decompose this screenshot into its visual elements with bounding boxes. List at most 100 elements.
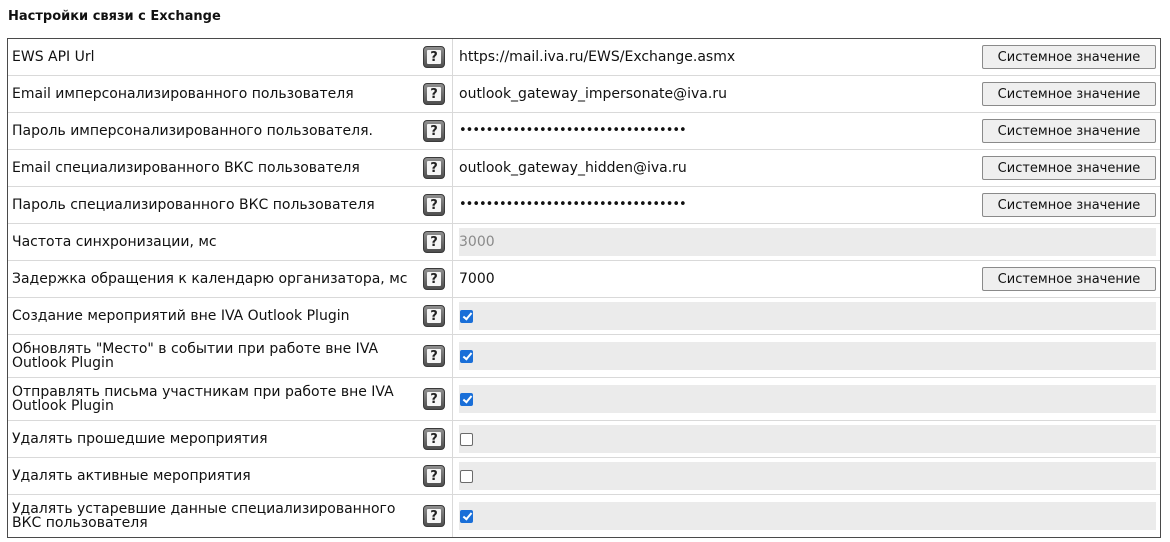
system-value-button[interactable]: Системное значение	[982, 82, 1156, 106]
help-icon-glyph: ?	[430, 198, 438, 213]
help-cell: ?	[416, 261, 453, 298]
value-row: •••••••••••••••••••••••••••••••••• Систем…	[459, 187, 1156, 223]
disabled-field: 3000	[459, 228, 1156, 256]
system-value-button[interactable]: Системное значение	[982, 156, 1156, 180]
help-icon[interactable]: ?	[423, 345, 445, 367]
setting-value-cell	[453, 378, 1160, 421]
checkbox-field	[459, 302, 1156, 330]
settings-row: EWS API Url? https://mail.iva.ru/EWS/Exch…	[8, 39, 1160, 76]
settings-row: Отправлять письма участникам при работе …	[8, 378, 1160, 421]
setting-value-cell	[453, 298, 1160, 335]
setting-label: EWS API Url	[8, 39, 416, 76]
settings-row: Обновлять "Место" в событии при работе в…	[8, 335, 1160, 378]
checkbox-unchecked[interactable]	[460, 432, 473, 446]
setting-label: Удалять устаревшие данные специализирова…	[12, 501, 396, 531]
help-cell: ?	[416, 150, 453, 187]
checkbox-checked[interactable]	[460, 349, 473, 363]
setting-value-cell: https://mail.iva.ru/EWS/Exchange.asmx Сис…	[453, 39, 1160, 76]
setting-label: Обновлять "Место" в событии при работе в…	[8, 335, 416, 378]
help-icon[interactable]: ?	[423, 305, 445, 327]
help-icon-glyph: ?	[430, 469, 438, 484]
setting-value-cell: 7000 Системное значение	[453, 261, 1160, 298]
text-field[interactable]: https://mail.iva.ru/EWS/Exchange.asmx	[459, 48, 982, 66]
setting-value-cell	[453, 335, 1160, 378]
help-cell: ?	[416, 224, 453, 261]
value-row	[459, 335, 1156, 377]
value-row	[459, 458, 1156, 494]
help-cell: ?	[416, 113, 453, 150]
help-icon[interactable]: ?	[423, 157, 445, 179]
system-value-button[interactable]: Системное значение	[982, 267, 1156, 291]
settings-row: Пароль имперсонализированного пользовате…	[8, 113, 1160, 150]
help-icon[interactable]: ?	[423, 428, 445, 450]
setting-label: Отправлять письма участникам при работе …	[8, 378, 416, 421]
settings-row: Email специализированного ВКС пользовате…	[8, 150, 1160, 187]
checkbox-checked[interactable]	[460, 309, 473, 323]
help-icon[interactable]: ?	[423, 388, 445, 410]
system-value-button[interactable]: Системное значение	[982, 45, 1156, 69]
help-icon[interactable]: ?	[423, 231, 445, 253]
help-icon[interactable]: ?	[423, 46, 445, 68]
help-icon[interactable]: ?	[423, 83, 445, 105]
setting-label: Задержка обращения к календарю организат…	[8, 261, 416, 298]
help-icon-glyph: ?	[430, 349, 438, 364]
password-field[interactable]: ••••••••••••••••••••••••••••••••••	[459, 196, 982, 214]
setting-label: Email имперсонализированного пользовател…	[8, 76, 416, 113]
help-icon[interactable]: ?	[423, 268, 445, 290]
settings-row: Email имперсонализированного пользовател…	[8, 76, 1160, 113]
setting-label: Удалять прошедшие мероприятия	[8, 421, 416, 458]
exchange-settings-table: EWS API Url? https://mail.iva.ru/EWS/Exch…	[7, 38, 1161, 538]
value-row: 7000 Системное значение	[459, 261, 1156, 297]
settings-row: Частота синхронизации, мс? 3000	[8, 224, 1160, 261]
help-cell: ?	[416, 76, 453, 113]
help-cell: ?	[416, 378, 453, 421]
setting-value-cell: •••••••••••••••••••••••••••••••••• Систем…	[453, 113, 1160, 150]
value-row	[459, 378, 1156, 420]
value-row: 3000	[459, 224, 1156, 260]
setting-label: Удалять активные мероприятия	[8, 458, 416, 495]
checkbox-field	[459, 385, 1156, 413]
help-icon-glyph: ?	[430, 50, 438, 65]
checkbox-field	[459, 462, 1156, 490]
setting-value-cell: 3000	[453, 224, 1160, 261]
text-field[interactable]: 7000	[459, 270, 982, 288]
setting-label: Частота синхронизации, мс	[8, 224, 416, 261]
checkbox-field	[459, 425, 1156, 453]
text-field[interactable]: outlook_gateway_impersonate@iva.ru	[459, 85, 982, 103]
setting-label: Email специализированного ВКС пользовате…	[8, 150, 416, 187]
checkbox-field	[459, 342, 1156, 370]
system-value-button[interactable]: Системное значение	[982, 119, 1156, 143]
help-icon-glyph: ?	[430, 161, 438, 176]
setting-value-cell: outlook_gateway_impersonate@iva.ru Систем…	[453, 76, 1160, 113]
help-icon[interactable]: ?	[423, 194, 445, 216]
help-icon-glyph: ?	[430, 509, 438, 524]
setting-value-cell: •••••••••••••••••••••••••••••••••• Систем…	[453, 187, 1160, 224]
settings-row: Задержка обращения к календарю организат…	[8, 261, 1160, 298]
settings-row: Удалять активные мероприятия?	[8, 458, 1160, 495]
help-cell: ?	[416, 458, 453, 495]
help-icon-glyph: ?	[430, 235, 438, 250]
value-row: •••••••••••••••••••••••••••••••••• Систем…	[459, 113, 1156, 149]
text-field[interactable]: outlook_gateway_hidden@iva.ru	[459, 159, 982, 177]
checkbox-checked[interactable]	[460, 392, 473, 406]
checkbox-unchecked[interactable]	[460, 469, 473, 483]
help-icon-glyph: ?	[430, 392, 438, 407]
system-value-button[interactable]: Системное значение	[982, 193, 1156, 217]
help-cell: ?	[416, 421, 453, 458]
settings-row: Удалять устаревшие данные специализирова…	[8, 495, 1160, 537]
help-icon-glyph: ?	[430, 124, 438, 139]
setting-value-cell	[453, 458, 1160, 495]
password-field[interactable]: ••••••••••••••••••••••••••••••••••	[459, 122, 982, 140]
help-icon[interactable]: ?	[423, 465, 445, 487]
help-cell: ?	[416, 39, 453, 76]
settings-row: Пароль специализированного ВКС пользоват…	[8, 187, 1160, 224]
help-icon[interactable]: ?	[423, 120, 445, 142]
setting-label: Пароль имперсонализированного пользовате…	[8, 113, 416, 150]
help-icon[interactable]: ?	[423, 505, 445, 527]
setting-value-cell	[453, 421, 1160, 458]
help-icon-glyph: ?	[430, 87, 438, 102]
checkbox-field	[459, 502, 1156, 530]
settings-row: Создание мероприятий вне IVA Outlook Plu…	[8, 298, 1160, 335]
checkbox-checked[interactable]	[460, 509, 473, 523]
setting-label: Создание мероприятий вне IVA Outlook Plu…	[8, 298, 416, 335]
